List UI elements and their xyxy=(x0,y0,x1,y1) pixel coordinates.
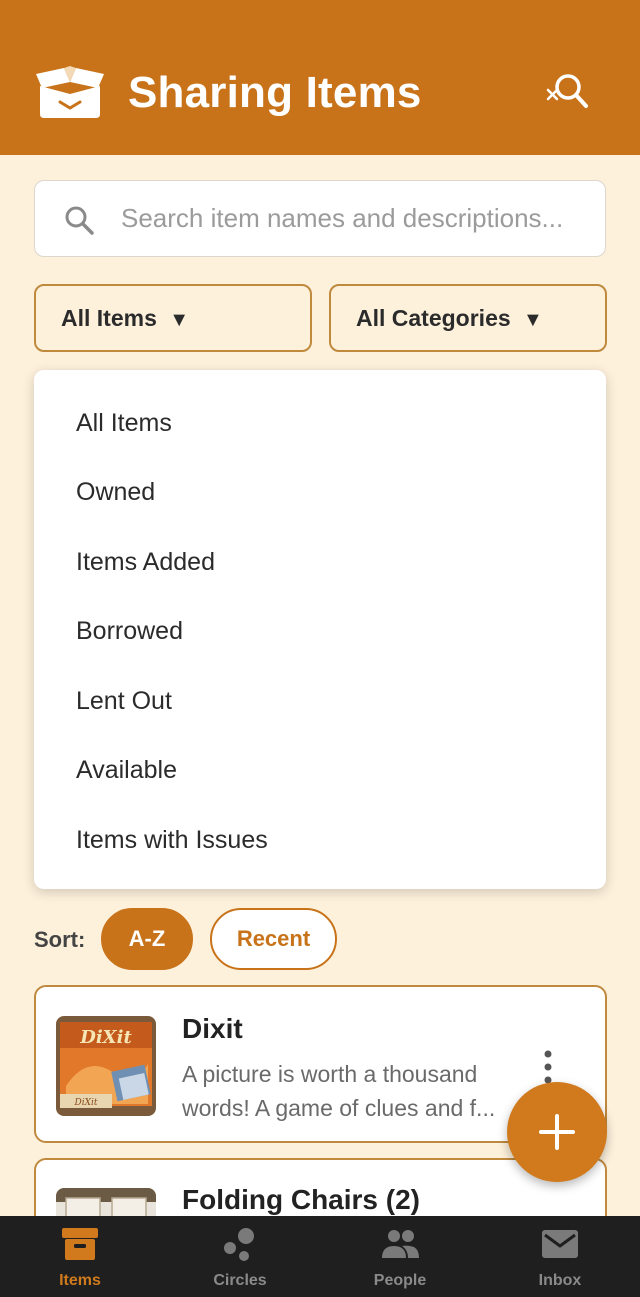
search-clear-icon xyxy=(546,74,588,108)
app-title: Sharing Items xyxy=(128,68,422,117)
box-open-icon xyxy=(36,66,104,118)
item-description-line: A picture is worth a thousand xyxy=(182,1061,478,1087)
app-header: Sharing Items xyxy=(0,0,640,155)
circles-icon xyxy=(224,1228,254,1261)
menu-item-borrowed[interactable]: Borrowed xyxy=(34,601,606,661)
menu-item-all-items[interactable]: All Items xyxy=(34,393,606,453)
nav-label: People xyxy=(373,1272,427,1289)
sort-label: Sort: xyxy=(34,927,86,952)
item-description: A picture is worth a thousand words! A g… xyxy=(182,1057,512,1125)
menu-item-lent-out[interactable]: Lent Out xyxy=(34,671,606,731)
app-screen: Sharing Items All Items ▼ All Categories… xyxy=(0,0,640,1297)
caret-down-icon: ▼ xyxy=(523,309,543,331)
nav-label: Items xyxy=(59,1272,101,1289)
more-options-icon[interactable] xyxy=(540,1049,556,1085)
items-filter-dropdown[interactable]: All Items ▼ xyxy=(34,284,312,352)
menu-item-available[interactable]: Available xyxy=(34,740,606,800)
search-icon xyxy=(65,206,94,235)
nav-item-circles[interactable]: Circles xyxy=(160,1216,320,1297)
search-input[interactable] xyxy=(121,181,591,255)
sort-az-button[interactable]: A-Z xyxy=(101,908,193,970)
item-thumbnail: DiXit DiXit xyxy=(56,1016,156,1116)
archive-icon xyxy=(62,1228,98,1260)
nav-item-people[interactable]: People xyxy=(320,1216,480,1297)
caret-down-icon: ▼ xyxy=(169,309,190,331)
add-item-button[interactable] xyxy=(507,1082,607,1182)
people-icon xyxy=(382,1230,419,1258)
nav-item-inbox[interactable]: Inbox xyxy=(480,1216,640,1297)
header-search-button[interactable] xyxy=(542,70,590,114)
bottom-nav: Items Circles People Inbox xyxy=(0,1216,640,1297)
item-name: Dixit xyxy=(182,1013,243,1044)
menu-item-items-with-issues[interactable]: Items with Issues xyxy=(34,810,606,870)
search-box[interactable] xyxy=(34,180,606,257)
plus-icon xyxy=(539,1114,575,1150)
items-filter-menu: All Items Owned Items Added Borrowed Len… xyxy=(34,370,606,889)
categories-filter-label: All Categories xyxy=(356,305,511,331)
menu-item-owned[interactable]: Owned xyxy=(34,462,606,522)
categories-filter-dropdown[interactable]: All Categories ▼ xyxy=(329,284,607,352)
items-filter-label: All Items xyxy=(61,305,157,331)
svg-text:DiXit: DiXit xyxy=(74,1098,98,1108)
nav-label: Circles xyxy=(213,1272,267,1289)
menu-item-items-added[interactable]: Items Added xyxy=(34,532,606,592)
nav-label: Inbox xyxy=(538,1272,582,1289)
sort-recent-button[interactable]: Recent xyxy=(210,908,337,970)
item-name: Folding Chairs (2) xyxy=(182,1184,420,1215)
mail-icon xyxy=(542,1230,578,1258)
item-description-line: words! A game of clues and f... xyxy=(182,1095,496,1121)
svg-text:DiXit: DiXit xyxy=(79,1027,132,1048)
nav-item-items[interactable]: Items xyxy=(0,1216,160,1297)
